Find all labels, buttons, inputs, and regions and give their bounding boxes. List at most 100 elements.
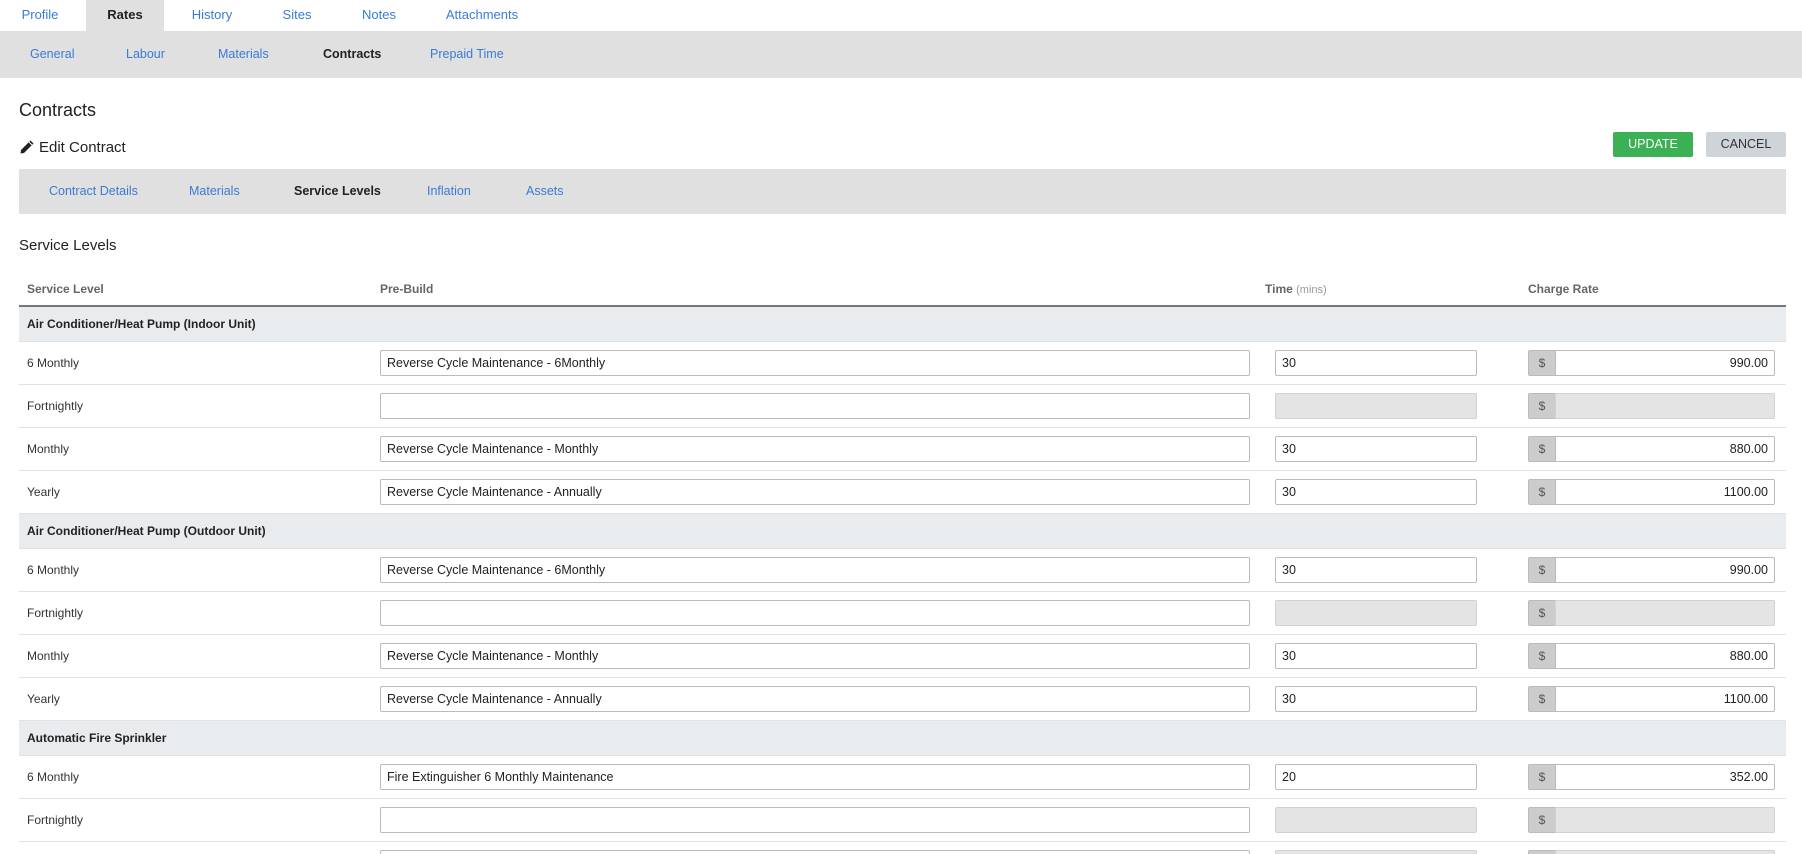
charge-rate-input[interactable] <box>1555 393 1775 419</box>
charge-rate-input[interactable] <box>1555 600 1775 626</box>
tab-sites[interactable]: Sites <box>270 0 324 31</box>
charge-rate-input[interactable] <box>1555 557 1775 583</box>
currency-addon: $ <box>1528 393 1555 419</box>
charge-rate-input[interactable] <box>1555 850 1775 854</box>
edit-contract-label: Edit Contract <box>39 138 126 156</box>
time-input[interactable] <box>1275 479 1477 505</box>
tab-attachments[interactable]: Attachments <box>436 0 528 31</box>
group-name: Automatic Fire Sprinkler <box>27 731 167 745</box>
time-input[interactable] <box>1275 686 1477 712</box>
charge-rate-input[interactable] <box>1555 807 1775 833</box>
time-input[interactable] <box>1275 436 1477 462</box>
subtab-contracts[interactable]: Contracts <box>323 31 381 78</box>
time-input[interactable] <box>1275 350 1477 376</box>
tab-notes[interactable]: Notes <box>350 0 408 31</box>
service-level-label: 6 Monthly <box>27 356 80 370</box>
header-time-label: Time <box>1265 282 1293 296</box>
charge-rate-input[interactable] <box>1555 686 1775 712</box>
currency-addon: $ <box>1528 764 1555 790</box>
service-level-label: Fortnightly <box>27 399 84 413</box>
pre-build-input[interactable] <box>380 850 1250 854</box>
charge-rate-group: $ <box>1528 764 1775 790</box>
pre-build-input[interactable] <box>380 764 1250 790</box>
time-input[interactable] <box>1275 850 1477 854</box>
header-time: Time (mins) <box>1265 273 1327 305</box>
pre-build-input[interactable] <box>380 479 1250 505</box>
currency-addon: $ <box>1528 479 1555 505</box>
charge-rate-group: $ <box>1528 686 1775 712</box>
time-input[interactable] <box>1275 807 1477 833</box>
tab-profile[interactable]: Profile <box>4 0 76 31</box>
tab-assets[interactable]: Assets <box>526 169 564 214</box>
pre-build-input[interactable] <box>380 393 1250 419</box>
table-row: Yearly $ <box>19 678 1786 721</box>
pre-build-input[interactable] <box>380 350 1250 376</box>
contract-tab-bar: Contract Details Materials Service Level… <box>19 169 1786 214</box>
edit-contract-heading: Edit Contract <box>19 137 126 157</box>
charge-rate-group: $ <box>1528 393 1775 419</box>
tab-contract-materials[interactable]: Materials <box>189 169 240 214</box>
table-row: Monthly $ <box>19 428 1786 471</box>
tab-rates[interactable]: Rates <box>86 0 164 31</box>
charge-rate-input[interactable] <box>1555 643 1775 669</box>
service-level-label: Fortnightly <box>27 606 84 620</box>
charge-rate-input[interactable] <box>1555 350 1775 376</box>
charge-rate-input[interactable] <box>1555 764 1775 790</box>
time-input[interactable] <box>1275 557 1477 583</box>
tab-inflation[interactable]: Inflation <box>427 169 471 214</box>
service-level-label: Fortnightly <box>27 813 84 827</box>
pre-build-input[interactable] <box>380 643 1250 669</box>
page-title: Contracts <box>19 100 97 120</box>
time-input[interactable] <box>1275 393 1477 419</box>
charge-rate-group: $ <box>1528 600 1775 626</box>
table-row: Fortnightly $ <box>19 799 1786 842</box>
pre-build-input[interactable] <box>380 436 1250 462</box>
tab-contract-details[interactable]: Contract Details <box>49 169 138 214</box>
pencil-icon <box>20 140 34 154</box>
tab-history[interactable]: History <box>176 0 248 31</box>
pre-build-input[interactable] <box>380 557 1250 583</box>
header-service-level: Service Level <box>27 282 104 296</box>
charge-rate-group: $ <box>1528 850 1775 854</box>
charge-rate-group: $ <box>1528 350 1775 376</box>
service-level-label: Yearly <box>27 692 60 706</box>
sub-tab-bar: General Labour Materials Contracts Prepa… <box>0 31 1802 78</box>
pre-build-input[interactable] <box>380 686 1250 712</box>
top-tab-bar: Profile Rates History Sites Notes Attach… <box>0 0 1802 31</box>
charge-rate-group: $ <box>1528 807 1775 833</box>
group-row: Automatic Fire Sprinkler <box>19 721 1786 756</box>
charge-rate-group: $ <box>1528 643 1775 669</box>
service-level-label: Monthly <box>27 842 69 854</box>
time-input[interactable] <box>1275 600 1477 626</box>
table-row: Monthly $ <box>19 635 1786 678</box>
header-pre-build: Pre-Build <box>380 282 434 296</box>
time-input[interactable] <box>1275 643 1477 669</box>
table-row: 6 Monthly $ <box>19 549 1786 592</box>
table-body: Air Conditioner/Heat Pump (Indoor Unit) 6… <box>19 307 1786 854</box>
currency-addon: $ <box>1528 350 1555 376</box>
subtab-labour[interactable]: Labour <box>126 31 165 78</box>
subtab-general[interactable]: General <box>30 31 74 78</box>
charge-rate-input[interactable] <box>1555 479 1775 505</box>
charge-rate-input[interactable] <box>1555 436 1775 462</box>
charge-rate-group: $ <box>1528 436 1775 462</box>
table-row: 6 Monthly $ <box>19 342 1786 385</box>
table-row: 6 Monthly $ <box>19 756 1786 799</box>
subtab-prepaid-time[interactable]: Prepaid Time <box>430 31 504 78</box>
subtab-materials[interactable]: Materials <box>218 31 269 78</box>
service-level-label: 6 Monthly <box>27 770 80 784</box>
pre-build-input[interactable] <box>380 807 1250 833</box>
charge-rate-group: $ <box>1528 557 1775 583</box>
update-button[interactable]: UPDATE <box>1613 132 1693 157</box>
cancel-button[interactable]: CANCEL <box>1706 132 1786 157</box>
tab-service-levels[interactable]: Service Levels <box>294 169 381 214</box>
table-row: Fortnightly $ <box>19 385 1786 428</box>
time-input[interactable] <box>1275 764 1477 790</box>
table-header: Service Level Pre-Build Time (mins) Char… <box>19 273 1786 307</box>
currency-addon: $ <box>1528 557 1555 583</box>
pre-build-input[interactable] <box>380 600 1250 626</box>
group-name: Air Conditioner/Heat Pump (Indoor Unit) <box>27 317 256 331</box>
currency-addon: $ <box>1528 807 1555 833</box>
currency-addon: $ <box>1528 436 1555 462</box>
currency-addon: $ <box>1528 600 1555 626</box>
